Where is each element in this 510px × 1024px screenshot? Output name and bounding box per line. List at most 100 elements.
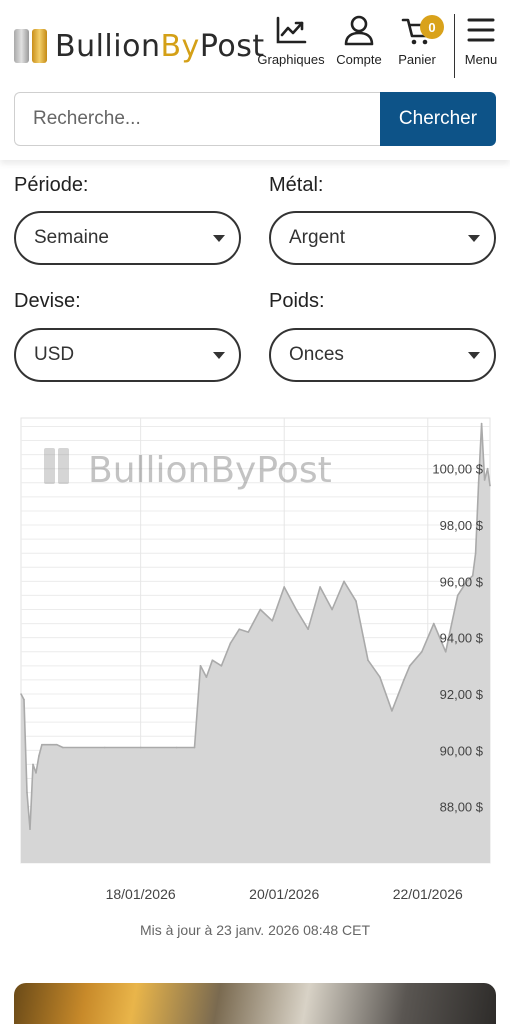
series-point <box>44 743 46 746</box>
series-point <box>489 484 491 487</box>
y-tick-label: 98,00 $ <box>440 518 484 533</box>
user-icon <box>344 15 374 46</box>
weight-label: Poids: <box>269 290 325 312</box>
x-tick-label: 20/01/2026 <box>249 886 319 902</box>
series-point <box>26 791 28 794</box>
currency-select[interactable]: USD <box>14 328 241 382</box>
search-bar: Chercher <box>14 92 496 146</box>
period-label: Période: <box>14 174 89 196</box>
series-point <box>211 659 214 662</box>
series-point <box>331 608 333 611</box>
series-point <box>480 422 483 425</box>
series-point <box>403 679 405 681</box>
chevron-down-icon <box>213 235 225 242</box>
x-tick-label: 18/01/2026 <box>106 886 176 902</box>
y-tick-label: 88,00 $ <box>440 800 484 815</box>
series-point <box>271 619 274 622</box>
chevron-down-icon <box>468 352 480 359</box>
series-point <box>205 676 208 678</box>
series-point <box>29 828 31 831</box>
y-tick-label: 90,00 $ <box>440 743 484 758</box>
series-point <box>220 665 223 667</box>
series-point <box>295 608 297 611</box>
series-point <box>32 763 34 766</box>
nav-cart[interactable]: 0 Panier <box>392 14 444 78</box>
series-point <box>103 746 106 749</box>
nav-cart-label: Panier <box>398 52 436 67</box>
chevron-down-icon <box>468 235 480 242</box>
hamburger-menu-icon <box>467 18 495 42</box>
series-point <box>62 746 64 749</box>
series-point <box>139 746 142 749</box>
series-point <box>56 743 58 746</box>
watermark-text: BullionByPost <box>88 450 332 491</box>
series-point <box>307 628 309 631</box>
x-axis-ticks: 18/01/2026 20/01/2026 22/01/2026 <box>106 886 463 902</box>
last-updated-text: Mis à jour à 23 janv. 2026 08:48 CET <box>139 922 371 938</box>
chart-watermark: BullionByPost <box>44 448 332 491</box>
weight-select[interactable]: Onces <box>269 328 496 382</box>
series-point <box>23 698 25 701</box>
search-input[interactable] <box>14 92 380 146</box>
period-value: Semaine <box>34 227 109 248</box>
series-point <box>35 772 37 774</box>
site-logo[interactable]: BullionByPost <box>14 22 265 70</box>
weight-value: Onces <box>289 344 344 365</box>
series-point <box>379 676 381 678</box>
series-point <box>367 659 369 662</box>
nav-charts[interactable]: Graphiques <box>256 14 326 78</box>
series-point <box>283 586 286 588</box>
series-point <box>432 622 435 625</box>
series-point <box>355 600 357 602</box>
period-select[interactable]: Semaine <box>14 211 241 265</box>
series-point <box>474 552 477 554</box>
y-tick-label: 96,00 $ <box>440 574 484 589</box>
chevron-down-icon <box>213 352 225 359</box>
series-point <box>444 650 447 653</box>
series-point <box>343 580 345 583</box>
series-point <box>477 481 480 484</box>
search-button[interactable]: Chercher <box>380 92 496 146</box>
series-point <box>259 608 262 611</box>
site-header: BullionByPost Graphiques Compte 0 Panier… <box>0 0 510 160</box>
price-chart-svg: BullionByPost 88,00 $ 90,00 $ 92,00 $ 94,00… <box>20 417 491 902</box>
logo-text: BullionByPost <box>55 28 265 64</box>
series-point <box>229 642 232 645</box>
nav-account-label: Compte <box>336 52 382 67</box>
series-point <box>193 746 196 749</box>
chart-trend-icon <box>276 16 307 44</box>
metal-select[interactable]: Argent <box>269 211 496 265</box>
series-point <box>38 755 40 757</box>
series-point <box>409 665 411 667</box>
series-point <box>247 631 250 633</box>
series-point <box>199 665 202 667</box>
series-point <box>319 586 321 588</box>
y-tick-label: 100,00 $ <box>432 462 483 477</box>
y-tick-label: 92,00 $ <box>440 687 484 702</box>
series-point <box>41 743 43 746</box>
logo-bars-icon <box>14 29 47 63</box>
series-point <box>50 743 52 746</box>
series-point <box>20 693 22 695</box>
series-point <box>238 628 241 631</box>
series-point <box>456 594 459 597</box>
series-point <box>175 746 178 749</box>
x-tick-label: 22/01/2026 <box>393 886 463 902</box>
promo-banner-image[interactable] <box>14 983 496 1024</box>
nav-account[interactable]: Compte <box>332 14 386 78</box>
price-chart[interactable]: BullionByPost 88,00 $ 90,00 $ 92,00 $ 94,00… <box>0 400 510 920</box>
nav-menu[interactable]: Menu <box>458 14 504 78</box>
series-point <box>391 710 393 712</box>
series-point <box>486 467 489 470</box>
nav-charts-label: Graphiques <box>257 52 325 67</box>
series-point <box>421 650 423 653</box>
y-tick-label: 94,00 $ <box>440 631 484 646</box>
series-point <box>483 479 486 481</box>
currency-label: Devise: <box>14 290 81 312</box>
metal-value: Argent <box>289 227 345 248</box>
currency-value: USD <box>34 344 75 365</box>
cart-count-badge: 0 <box>420 15 444 39</box>
nav-menu-label: Menu <box>464 52 498 67</box>
metal-label: Métal: <box>269 174 324 196</box>
nav-divider <box>454 14 455 78</box>
